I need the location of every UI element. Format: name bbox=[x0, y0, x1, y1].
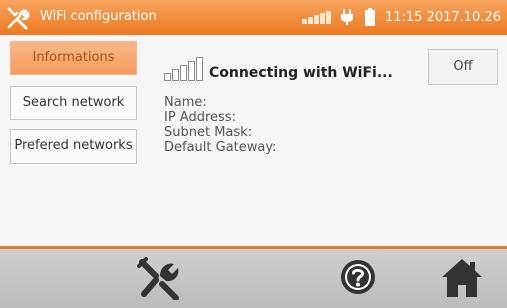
ip-address-label: IP Address: bbox=[164, 110, 236, 125]
top-bar: WiFi configuration 11:15 2017.10.26 bbox=[0, 0, 507, 35]
connection-status-text: Connecting with WiFi... bbox=[209, 65, 393, 81]
tools-icon[interactable] bbox=[136, 256, 182, 300]
name-label: Name: bbox=[164, 95, 207, 110]
clock: 11:15 2017.10.26 bbox=[384, 9, 501, 25]
nav-prefered-networks-button[interactable]: Prefered networks bbox=[10, 129, 137, 164]
default-gateway-label: Default Gateway: bbox=[164, 140, 277, 155]
nav-informations-button[interactable]: Informations bbox=[10, 41, 137, 75]
wifi-signal-icon bbox=[164, 57, 203, 81]
subnet-mask-label: Subnet Mask: bbox=[164, 125, 253, 140]
network-info: Name: IP Address: Subnet Mask: Default G… bbox=[164, 95, 277, 155]
status-area: 11:15 2017.10.26 bbox=[301, 8, 501, 26]
nav-search-network-button[interactable]: Search network bbox=[10, 86, 137, 120]
tools-icon[interactable] bbox=[6, 6, 30, 30]
help-icon[interactable] bbox=[340, 259, 376, 295]
connection-status: Connecting with WiFi... bbox=[164, 57, 393, 81]
battery-icon bbox=[364, 8, 375, 26]
home-icon[interactable] bbox=[440, 257, 484, 299]
window-title: WiFi configuration bbox=[40, 9, 157, 24]
wifi-toggle-button[interactable]: Off bbox=[428, 49, 498, 85]
signal-bars-icon bbox=[301, 10, 331, 24]
bottom-bar bbox=[0, 249, 507, 308]
plug-icon bbox=[340, 9, 353, 25]
